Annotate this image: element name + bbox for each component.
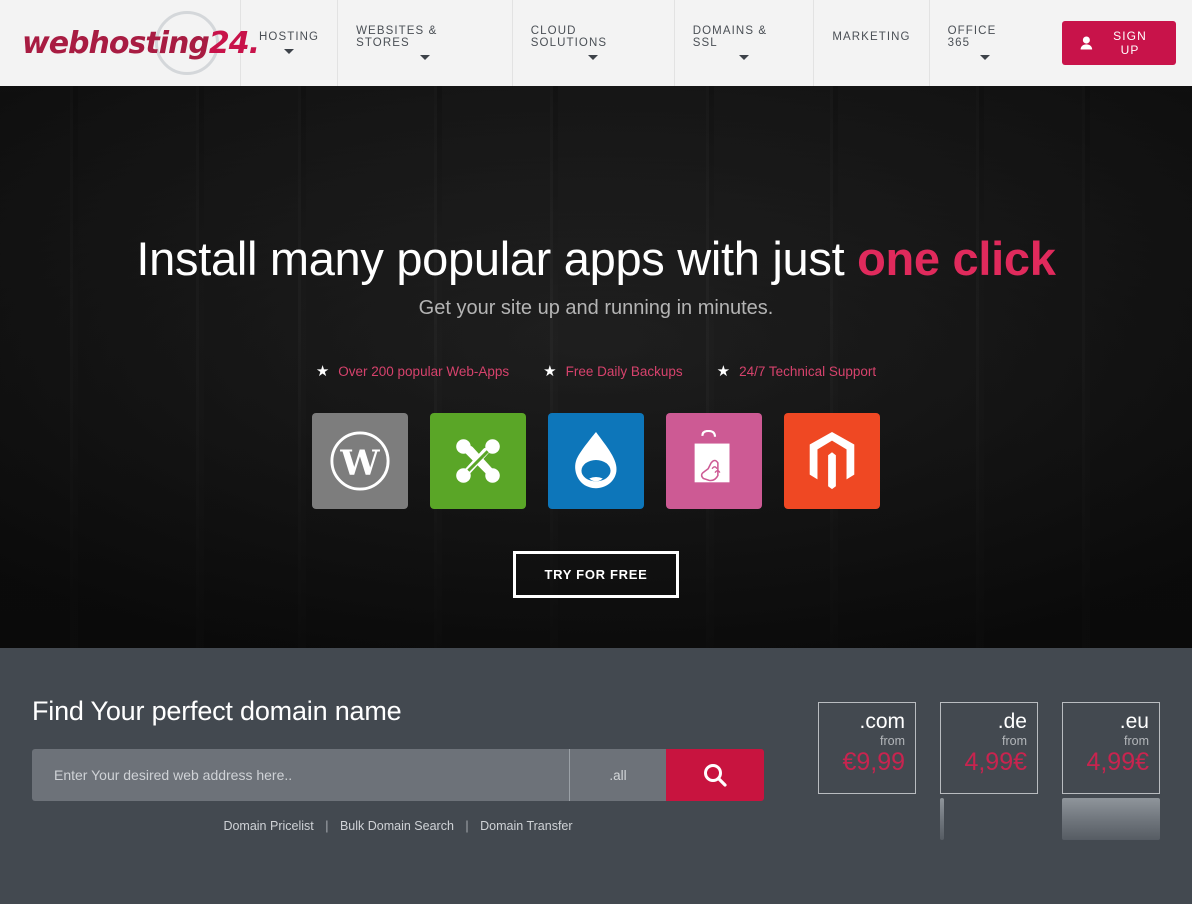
- logo-secondary: 24: [208, 25, 250, 61]
- nav-label: OFFICE 365: [947, 25, 997, 49]
- app-tile-joomla[interactable]: [430, 413, 526, 510]
- price-card-eu[interactable]: .eu from 4,99€: [1062, 702, 1160, 794]
- price-card-reflection: [940, 798, 944, 840]
- wordpress-icon: W: [330, 431, 390, 491]
- domain-links: Domain Pricelist | Bulk Domain Search | …: [32, 819, 764, 833]
- price-card-de[interactable]: .de from 4,99€: [940, 702, 1038, 794]
- hero-title-accent: one click: [857, 232, 1056, 285]
- hero-subtitle: Get your site up and running in minutes.: [418, 297, 774, 320]
- link-domain-transfer[interactable]: Domain Transfer: [480, 819, 572, 833]
- nav-item-office-365[interactable]: OFFICE 365: [928, 0, 1041, 86]
- hero-feature-label: Free Daily Backups: [565, 364, 683, 380]
- hero-feature-item: ★ Over 200 popular Web-Apps: [316, 364, 509, 379]
- sign-up-label: SIGN UP: [1113, 29, 1147, 57]
- star-icon: ★: [315, 363, 330, 381]
- nav-label: CLOUD SOLUTIONS: [530, 25, 608, 49]
- site-header: webhosting24. HOSTING WEBSITES & STORES …: [0, 0, 1192, 86]
- hero-title: Install many popular apps with just one …: [0, 234, 1192, 283]
- app-tile-magento[interactable]: [784, 413, 880, 510]
- tld-select[interactable]: .all: [570, 749, 666, 801]
- price-card-from-label: from: [1124, 734, 1149, 749]
- hero-title-main: Install many popular apps with just: [136, 232, 858, 285]
- domain-search-section: Find Your perfect domain name .all Domai…: [0, 648, 1192, 904]
- domain-price-cards: .com from €9,99 .de from 4,99€ .eu from …: [818, 696, 1160, 840]
- hero-feature-item: ★ Free Daily Backups: [543, 364, 683, 379]
- search-icon: [704, 764, 727, 787]
- app-tile-wordpress[interactable]: W: [312, 413, 408, 510]
- star-icon: ★: [716, 363, 731, 381]
- nav-label: DOMAINS & SSL: [692, 25, 768, 49]
- prestashop-icon: [694, 430, 730, 483]
- joomla-icon: [456, 439, 500, 484]
- app-tile-drupal[interactable]: [548, 413, 644, 510]
- app-icon-row: W: [0, 413, 1192, 510]
- price-card-tld: .de: [997, 710, 1027, 733]
- price-card-com[interactable]: .com from €9,99: [818, 702, 916, 794]
- price-card-price: €9,99: [842, 748, 905, 777]
- nav-item-websites-stores[interactable]: WEBSITES & STORES: [337, 0, 512, 86]
- chevron-down-icon: [588, 55, 599, 60]
- price-card-tld: .eu: [1119, 710, 1149, 733]
- price-card-from-label: from: [880, 734, 905, 749]
- domain-search-left: Find Your perfect domain name .all Domai…: [32, 696, 772, 833]
- nav-label: WEBSITES & STORES: [356, 25, 438, 49]
- domain-section-title: Find Your perfect domain name: [32, 696, 402, 726]
- drupal-icon: [575, 432, 617, 489]
- chevron-down-icon: [979, 55, 990, 60]
- nav-item-domains-ssl[interactable]: DOMAINS & SSL: [673, 0, 814, 86]
- link-separator: |: [465, 819, 469, 833]
- hero-feature-list: ★ Over 200 popular Web-Apps ★ Free Daily…: [0, 364, 1192, 379]
- price-card-eu-wrap: .eu from 4,99€: [1062, 702, 1160, 840]
- price-card-de-wrap: .de from 4,99€: [940, 702, 1038, 840]
- domain-search-bar: .all: [32, 749, 764, 801]
- domain-search-button[interactable]: [666, 749, 764, 801]
- logo[interactable]: webhosting24.: [0, 0, 260, 86]
- chevron-down-icon: [284, 49, 295, 55]
- svg-text:W: W: [339, 443, 380, 484]
- app-tile-prestashop[interactable]: [666, 413, 762, 510]
- sign-up-button[interactable]: SIGN UP: [1062, 21, 1176, 65]
- price-card-from-label: from: [1002, 734, 1027, 749]
- magento-icon: [809, 432, 855, 490]
- price-card-com-wrap: .com from €9,99: [818, 702, 916, 833]
- hero-feature-label: Over 200 popular Web-Apps: [338, 364, 510, 380]
- hero-content: Install many popular apps with just one …: [0, 86, 1192, 599]
- signup-area: SIGN UP: [1040, 0, 1192, 86]
- nav-label: MARKETING: [832, 30, 911, 43]
- hero-feature-item: ★ 24/7 Technical Support: [717, 364, 877, 379]
- link-domain-pricelist[interactable]: Domain Pricelist: [223, 819, 313, 833]
- hero-section: Install many popular apps with just one …: [0, 86, 1192, 648]
- price-card-tld: .com: [859, 710, 905, 733]
- tld-select-value: .all: [609, 767, 627, 783]
- price-card-price: 4,99€: [1086, 748, 1149, 777]
- chevron-down-icon: [739, 55, 750, 60]
- chevron-down-icon: [419, 55, 430, 60]
- price-card-price: 4,99€: [964, 748, 1027, 777]
- price-card-reflection: [1062, 798, 1160, 840]
- hero-feature-label: 24/7 Technical Support: [739, 364, 877, 380]
- star-icon: ★: [543, 363, 557, 381]
- try-for-free-button[interactable]: TRY FOR FREE: [513, 551, 679, 599]
- main-navigation: HOSTING WEBSITES & STORES CLOUD SOLUTION…: [240, 0, 1192, 86]
- hero-cta-area: TRY FOR FREE: [0, 551, 1192, 599]
- nav-item-marketing[interactable]: MARKETING: [813, 0, 928, 86]
- link-separator: |: [325, 819, 329, 833]
- nav-item-cloud-solutions[interactable]: CLOUD SOLUTIONS: [511, 0, 674, 86]
- user-icon: [1080, 36, 1093, 50]
- logo-primary: webhosting: [22, 25, 210, 61]
- nav-label: HOSTING: [259, 30, 320, 43]
- logo-dot: .: [248, 25, 260, 61]
- logo-text: webhosting24.: [22, 25, 260, 61]
- link-bulk-domain-search[interactable]: Bulk Domain Search: [340, 819, 454, 833]
- domain-search-input[interactable]: [32, 749, 570, 801]
